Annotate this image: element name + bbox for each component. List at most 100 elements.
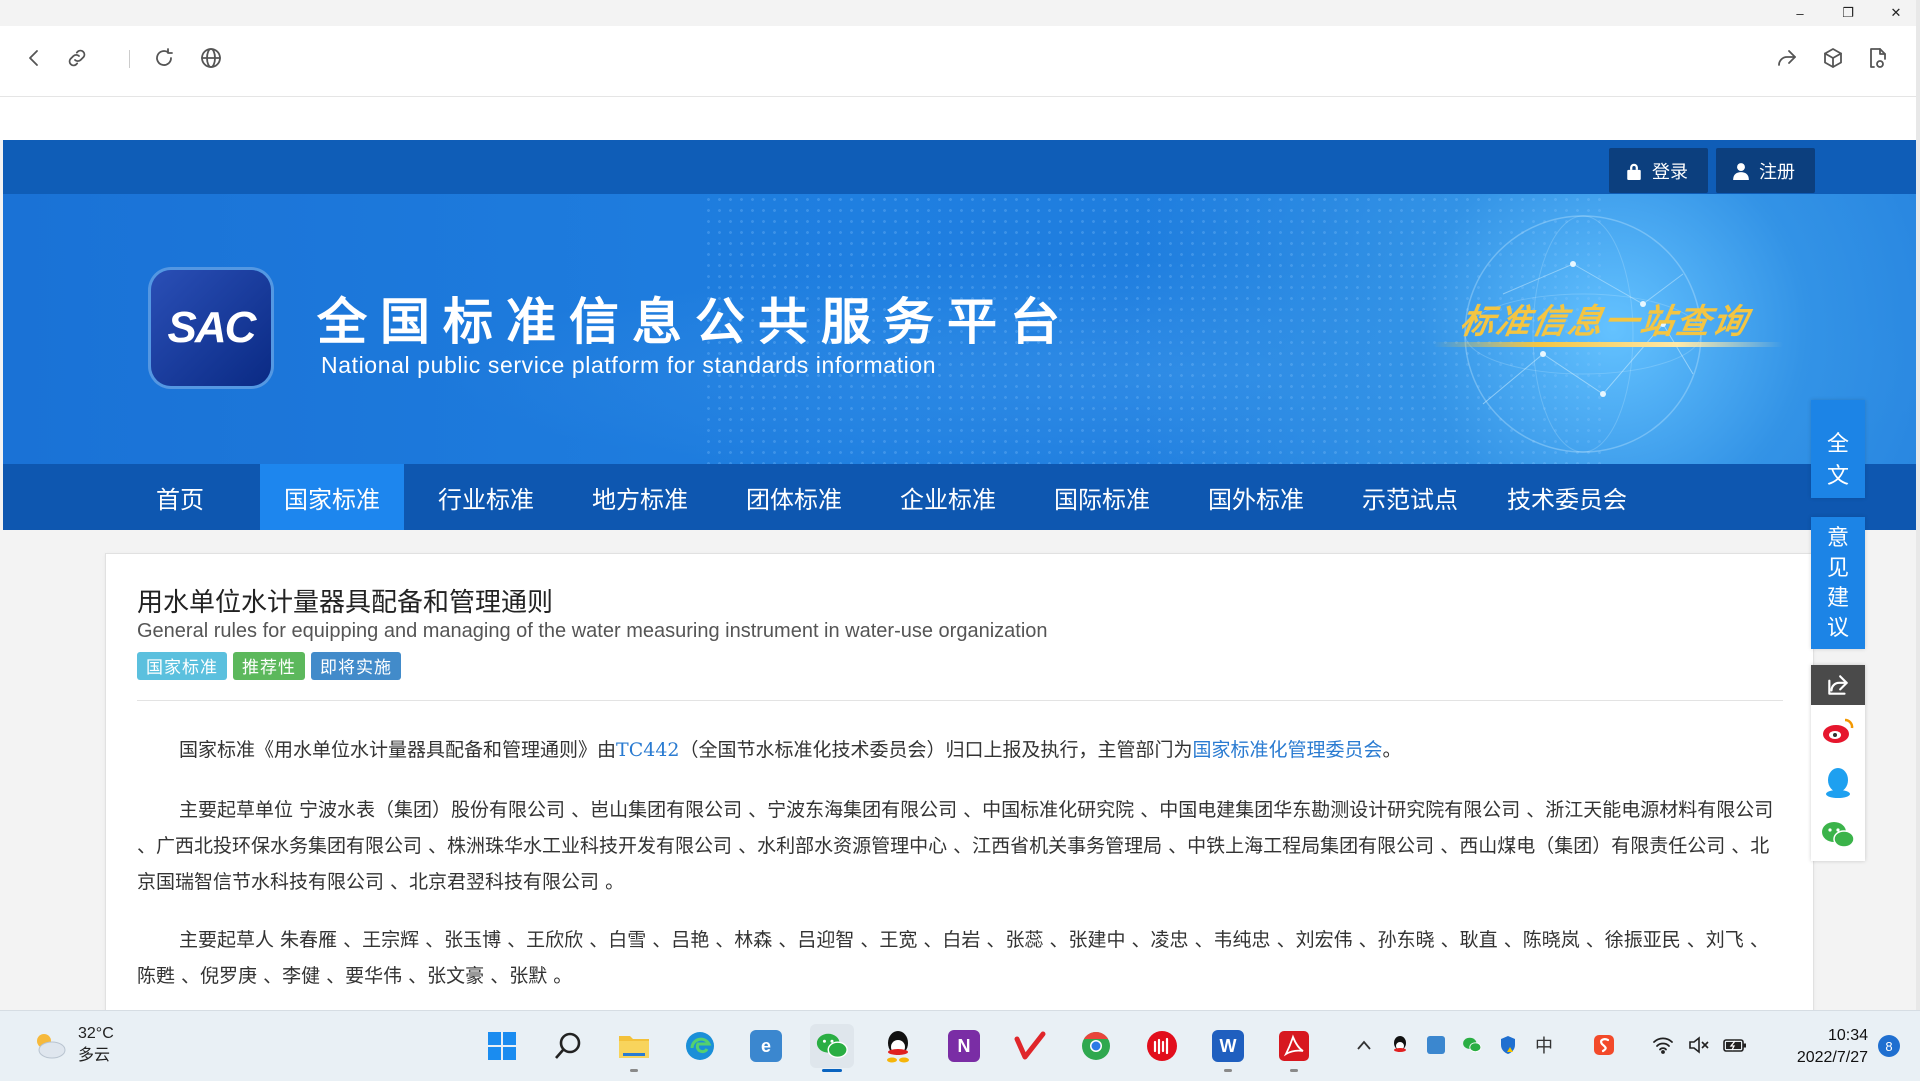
nav-group-standards[interactable]: 团体标准 (722, 464, 866, 530)
cloudy-icon (37, 1034, 66, 1059)
standard-detail-card: 用水单位水计量器具配备和管理通则 General rules for equip… (105, 553, 1814, 1015)
register-button[interactable]: 注册 (1716, 148, 1815, 193)
nav-industry-standards[interactable]: 行业标准 (414, 464, 558, 530)
nav-foreign-standards[interactable]: 国外标准 (1184, 464, 1328, 530)
slogan-underline (1433, 342, 1783, 347)
wifi-icon[interactable] (1649, 1031, 1677, 1059)
reload-icon[interactable] (146, 40, 182, 76)
close-button[interactable]: ✕ (1872, 0, 1920, 26)
tray-sogou-icon[interactable] (1590, 1031, 1618, 1059)
login-button[interactable]: 登录 (1609, 148, 1708, 193)
nav-national-standards[interactable]: 国家标准 (260, 464, 404, 530)
site-top-bar: 登录 注册 (3, 140, 1916, 194)
package-icon[interactable] (1815, 40, 1851, 76)
share-icon[interactable] (1811, 665, 1865, 705)
site-slogan: 标准信息一站查询 (1456, 302, 1752, 342)
feedback-char-4: 议 (1826, 615, 1849, 640)
qq-icon[interactable] (876, 1024, 920, 1068)
running-indicator (822, 1069, 842, 1072)
start-icon[interactable] (480, 1024, 524, 1068)
file-explorer-icon[interactable] (612, 1024, 656, 1072)
sac-logo-text: SAC (167, 303, 257, 352)
acrobat-icon[interactable] (1272, 1024, 1316, 1072)
drafting-units-paragraph: 主要起草单位 宁波水表（集团）股份有限公司 、岜山集团有限公司 、宁波东海集团有… (137, 799, 1774, 893)
auth-buttons: 登录 注册 (1609, 148, 1815, 193)
notification-badge[interactable]: 8 (1878, 1035, 1900, 1057)
app-v-icon[interactable] (1008, 1024, 1052, 1068)
clock-time: 10:34 (1827, 1027, 1868, 1044)
site-banner: SAC 全国标准信息公共服务平台 National public service… (3, 194, 1916, 464)
volume-muted-icon[interactable] (1685, 1031, 1713, 1059)
tray-ime-icon[interactable]: 中 (1530, 1031, 1558, 1059)
restore-button[interactable]: ❐ (1824, 0, 1872, 26)
qq-icon[interactable] (1811, 757, 1865, 809)
nav-international-standards[interactable]: 国际标准 (1030, 464, 1174, 530)
summary-middle: （全国节水标准化技术委员会）归口上报及执行，主管部门为 (679, 739, 1193, 761)
site-subtitle: National public service platform for sta… (321, 352, 937, 378)
summary-prefix: 国家标准《用水单位水计量器具配备和管理通则》由 (179, 739, 617, 761)
fulltext-char-1: 全 (1826, 431, 1849, 456)
login-label: 登录 (1652, 161, 1688, 182)
nav-local-standards[interactable]: 地方标准 (568, 464, 712, 530)
wechat-icon[interactable] (810, 1024, 854, 1072)
edge-icon[interactable] (678, 1024, 722, 1068)
share-panel (1811, 665, 1865, 861)
feedback-widget[interactable]: 意 见 建 议 (1811, 517, 1865, 649)
tag-recommended: 推荐性 (233, 652, 305, 680)
chrome-icon[interactable] (1074, 1024, 1118, 1068)
tc-link[interactable]: TC442 (616, 739, 679, 761)
running-indicator (1224, 1069, 1232, 1072)
fulltext-char-2: 文 (1826, 463, 1849, 488)
globe-icon[interactable] (193, 40, 229, 76)
browser-toolbar (0, 26, 1916, 97)
nav-enterprise-standards[interactable]: 企业标准 (876, 464, 1020, 530)
window-controls: – ❐ ✕ (1776, 0, 1920, 26)
user-icon (1733, 162, 1749, 180)
onenote-tile: N (948, 1030, 980, 1062)
onenote-icon[interactable]: N (942, 1024, 986, 1068)
tray-security-icon[interactable] (1494, 1031, 1522, 1059)
weather-widget[interactable]: 32°C 多云 (30, 1023, 114, 1067)
tag-upcoming: 即将实施 (311, 652, 401, 680)
scrollbar[interactable] (1916, 0, 1920, 1010)
department-link[interactable]: 国家标准化管理委员会 (1193, 739, 1383, 761)
clock-date: 2022/7/27 (1796, 1049, 1868, 1066)
weather-temp: 32°C (78, 1025, 114, 1042)
standard-title-en: General rules for equipping and managing… (137, 620, 1048, 642)
tray-overflow-icon[interactable] (1350, 1031, 1378, 1059)
main-nav: 首页 国家标准 行业标准 地方标准 团体标准 企业标准 国际标准 国外标准 示范… (3, 464, 1916, 530)
running-indicator (630, 1069, 638, 1072)
toolbar-separator (129, 50, 130, 68)
reader-icon[interactable] (1860, 40, 1896, 76)
nav-pilot-demonstration[interactable]: 示范试点 (1338, 464, 1482, 530)
register-label: 注册 (1759, 161, 1795, 182)
lock-icon (1627, 163, 1641, 180)
battery-charging-icon[interactable] (1721, 1031, 1749, 1059)
weibo-icon[interactable] (1811, 705, 1865, 757)
wechat-icon[interactable] (1811, 809, 1865, 861)
nav-technical-committee[interactable]: 技术委员会 (1495, 464, 1639, 530)
feedback-char-1: 意 (1826, 525, 1849, 550)
minimize-button[interactable]: – (1776, 0, 1824, 26)
share-icon[interactable] (1769, 40, 1805, 76)
taskbar: 32°C 多云 e N W 中 10:34 2022/7/27 8 (0, 1010, 1920, 1081)
nav-home[interactable]: 首页 (108, 464, 252, 530)
page-top-gap (0, 97, 1916, 140)
netease-music-icon[interactable] (1140, 1024, 1184, 1068)
word-icon[interactable]: W (1206, 1024, 1250, 1072)
word-tile: W (1212, 1030, 1244, 1062)
feedback-char-3: 建 (1826, 585, 1849, 610)
tray-qq-icon[interactable] (1386, 1031, 1414, 1059)
system-clock[interactable]: 10:34 2022/7/27 (1797, 1025, 1868, 1069)
search-icon[interactable] (546, 1024, 590, 1068)
feedback-char-2: 见 (1826, 555, 1849, 580)
standard-title: 用水单位水计量器具配备和管理通则 (137, 588, 554, 618)
link-icon[interactable] (59, 40, 95, 76)
back-icon[interactable] (16, 40, 52, 76)
ie-icon[interactable]: e (744, 1024, 788, 1068)
tray-wechat-icon[interactable] (1458, 1031, 1486, 1059)
sac-logo[interactable]: SAC (151, 270, 271, 386)
fulltext-widget[interactable]: 全 文 (1811, 400, 1865, 498)
standard-tags: 国家标准 推荐性 即将实施 (137, 652, 401, 680)
tray-ie-icon[interactable] (1422, 1031, 1450, 1059)
